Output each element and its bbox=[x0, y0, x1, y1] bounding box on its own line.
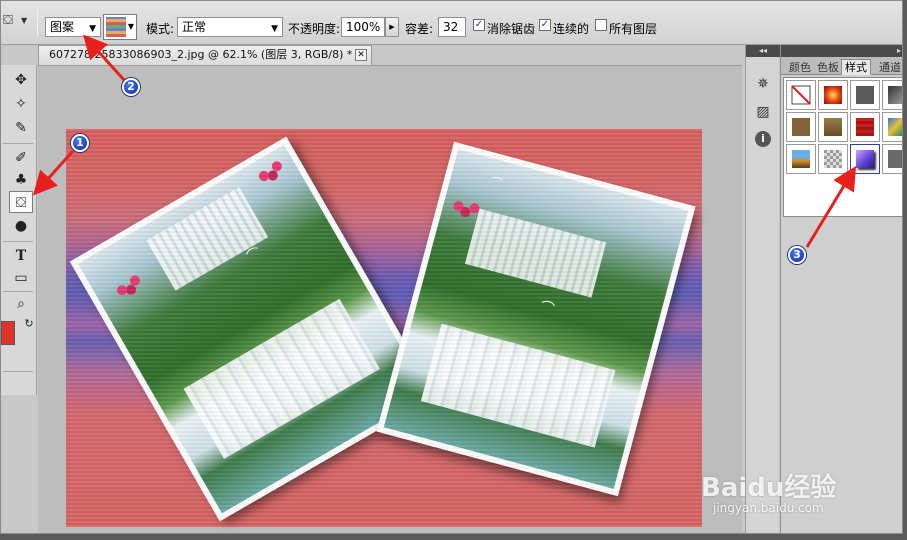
lower-waterfall bbox=[420, 323, 616, 449]
opacity-input[interactable]: 100% bbox=[341, 17, 385, 37]
toolbox-divider bbox=[3, 241, 33, 242]
tab-swatches[interactable]: 色板 bbox=[813, 59, 843, 75]
contiguous-checkbox[interactable]: ✓ bbox=[539, 19, 551, 31]
style-swatch-selected[interactable] bbox=[850, 144, 880, 174]
panel-icon-strip: ◂◂ ✵ ▨ i bbox=[745, 45, 780, 533]
blossom-decoration bbox=[115, 283, 129, 298]
bird-decoration: ⌒ bbox=[538, 298, 556, 319]
blur-tool-icon[interactable]: ● bbox=[9, 215, 33, 237]
bird-decoration: ⌒ bbox=[489, 174, 504, 191]
styles-panel: ▸ 颜色 色板 样式 通道 bbox=[780, 45, 902, 533]
tab-channels[interactable]: 通道 bbox=[875, 59, 902, 75]
toolbox-divider bbox=[3, 291, 33, 292]
mode-select[interactable]: 正常 ▼ bbox=[177, 17, 283, 37]
magic-wand-tool-icon[interactable]: ✧ bbox=[9, 93, 33, 115]
eyedropper-tool-icon[interactable]: ✎ bbox=[9, 117, 33, 139]
zoom-tool-icon[interactable]: ⌕ bbox=[9, 293, 33, 315]
blossom-decoration bbox=[452, 199, 465, 213]
waterfall-scene: ⌒ ⌒ bbox=[383, 149, 689, 489]
style-swatch[interactable] bbox=[882, 112, 902, 142]
watermark-brand: Baidu经验 bbox=[701, 473, 837, 503]
antialias-checkbox[interactable]: ✓ bbox=[473, 19, 485, 31]
navigator-icon[interactable]: ✵ bbox=[752, 73, 774, 95]
collapse-panels-button[interactable]: ◂◂ bbox=[746, 45, 780, 57]
toolbox: ✥ ✧ ✎ ✐ ♣ ⛋ ● T ▭ ⌕ ↻ bbox=[1, 65, 37, 395]
style-swatch[interactable] bbox=[882, 144, 902, 174]
style-swatch[interactable] bbox=[850, 112, 880, 142]
annotation-badge-2: 2 bbox=[122, 78, 140, 96]
document-tab[interactable]: 607278 25833086903_2.jpg @ 62.1% (图层 3, … bbox=[38, 45, 372, 65]
photoshop-window: ⛋ ▼ 图案 ▼ ▼ 模式: 正常 ▼ 不透明度: 100% ▶ 容差: 32 ✓… bbox=[0, 0, 903, 534]
panel-topbar: ▸ bbox=[781, 45, 902, 57]
pattern-picker[interactable]: ▼ bbox=[103, 14, 137, 40]
opacity-label: 不透明度: bbox=[288, 22, 341, 36]
contiguous-label: 连续的 bbox=[553, 22, 590, 36]
document-title: 607278 25833086903_2.jpg @ 62.1% (图层 3, … bbox=[49, 48, 353, 61]
style-none[interactable] bbox=[786, 80, 816, 110]
upper-waterfall bbox=[464, 208, 606, 298]
tolerance-input[interactable]: 32 bbox=[438, 17, 466, 37]
type-tool-icon[interactable]: T bbox=[9, 245, 33, 267]
move-tool-icon[interactable]: ✥ bbox=[9, 69, 33, 91]
photo-right: ⌒ ⌒ bbox=[376, 141, 696, 497]
style-swatch[interactable] bbox=[818, 80, 848, 110]
tool-preset-picker[interactable]: ⛋ ▼ bbox=[3, 13, 33, 35]
chevron-down-icon: ▼ bbox=[89, 24, 96, 34]
mode-label: 模式: bbox=[146, 22, 175, 36]
mode-value: 正常 bbox=[182, 20, 207, 34]
tolerance-label: 容差: bbox=[405, 22, 434, 36]
brush-tool-icon[interactable]: ✐ bbox=[9, 147, 33, 169]
shape-tool-icon[interactable]: ▭ bbox=[9, 267, 33, 289]
options-bar: ⛋ ▼ 图案 ▼ ▼ 模式: 正常 ▼ 不透明度: 100% ▶ 容差: 32 ✓… bbox=[1, 1, 902, 45]
toolbox-divider bbox=[3, 371, 33, 372]
annotation-badge-1: 1 bbox=[71, 134, 89, 152]
photo-left: ⌒ bbox=[69, 136, 437, 522]
style-swatch[interactable] bbox=[818, 144, 848, 174]
tab-styles[interactable]: 样式 bbox=[841, 59, 871, 75]
stamp-tool-icon[interactable]: ♣ bbox=[9, 169, 33, 191]
style-swatch[interactable] bbox=[850, 80, 880, 110]
lower-waterfall bbox=[183, 298, 381, 460]
document-image[interactable]: ⌒ ⌒ ⌒ bbox=[66, 129, 702, 527]
fill-source-value: 图案 bbox=[50, 20, 75, 34]
style-swatch[interactable] bbox=[882, 80, 902, 110]
all-layers-checkbox[interactable] bbox=[595, 19, 607, 31]
styles-grid bbox=[783, 77, 902, 217]
close-icon[interactable]: ✕ bbox=[355, 49, 367, 61]
opacity-slider-button[interactable]: ▶ bbox=[385, 17, 399, 37]
annotation-badge-3: 3 bbox=[788, 246, 806, 264]
waterfall-scene: ⌒ bbox=[77, 144, 429, 514]
style-swatch[interactable] bbox=[818, 112, 848, 142]
bird-decoration: ⌒ bbox=[244, 245, 265, 266]
tab-color[interactable]: 颜色 bbox=[785, 59, 815, 75]
divider bbox=[37, 9, 38, 37]
all-layers-label: 所有图层 bbox=[609, 22, 658, 36]
canvas-area[interactable]: ⌒ ⌒ ⌒ bbox=[38, 65, 742, 533]
paint-bucket-tool-icon[interactable]: ⛋ bbox=[9, 191, 33, 213]
histogram-icon[interactable]: ▨ bbox=[752, 101, 774, 123]
antialias-label: 消除锯齿 bbox=[487, 22, 536, 36]
watermark-url: jingyan.baidu.com bbox=[713, 501, 824, 515]
style-swatch[interactable] bbox=[786, 112, 816, 142]
panel-tabs: 颜色 色板 样式 通道 bbox=[781, 57, 902, 75]
pattern-swatch bbox=[106, 17, 126, 37]
foreground-color-swatch[interactable] bbox=[1, 321, 15, 345]
chevron-down-icon: ▼ bbox=[21, 16, 28, 25]
chevron-down-icon: ▼ bbox=[127, 22, 134, 31]
chevron-down-icon: ▼ bbox=[271, 24, 278, 34]
no-style-icon bbox=[791, 85, 811, 105]
fill-source-select[interactable]: 图案 ▼ bbox=[45, 17, 101, 37]
paint-bucket-icon: ⛋ bbox=[3, 13, 13, 28]
upper-waterfall bbox=[146, 187, 269, 291]
info-icon[interactable]: i bbox=[755, 131, 771, 147]
style-swatch[interactable] bbox=[786, 144, 816, 174]
blossom-decoration bbox=[257, 169, 271, 183]
toolbox-divider bbox=[3, 143, 33, 144]
